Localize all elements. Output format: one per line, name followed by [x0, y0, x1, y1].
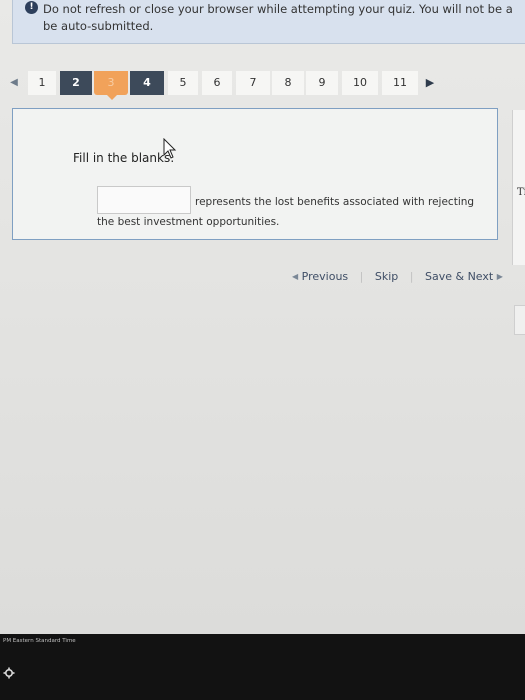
save-next-button[interactable]: Save & Next	[425, 270, 493, 283]
skip-button[interactable]: Skip	[375, 270, 398, 283]
page-8[interactable]: 8	[272, 71, 304, 95]
page-10[interactable]: 10	[342, 71, 378, 95]
gear-icon[interactable]	[3, 667, 15, 679]
side-panel-text: Ti	[517, 187, 525, 198]
browser-screen: ! Do not refresh or close your browser w…	[0, 0, 525, 640]
page-2[interactable]: 2	[60, 71, 92, 95]
question-prompt: Fill in the blanks:	[73, 151, 175, 165]
mouse-cursor-icon	[163, 138, 177, 159]
question-pagination: ◀ 1 2 3 4 5 6 7 8 9 10 11 ▶	[8, 71, 438, 100]
taskbar: PM Eastern Standard Time	[0, 634, 525, 700]
page-6[interactable]: 6	[202, 71, 232, 95]
nav-separator: |	[409, 269, 414, 283]
banner-text-line2: be auto-submitted.	[43, 19, 154, 33]
page-11[interactable]: 11	[382, 71, 418, 95]
sentence-part-2: the best investment opportunities.	[97, 216, 280, 228]
blank-answer-input[interactable]	[97, 186, 191, 214]
nav-separator: |	[359, 269, 364, 283]
next-page-arrow-icon[interactable]: ▶	[424, 71, 436, 95]
banner-text-line1: Do not refresh or close your browser whi…	[43, 2, 513, 16]
page-4[interactable]: 4	[130, 71, 164, 95]
info-icon: !	[25, 1, 38, 14]
page-5[interactable]: 5	[168, 71, 198, 95]
page-1[interactable]: 1	[28, 71, 56, 95]
next-chevron-icon: ▶	[496, 271, 503, 281]
sentence-part-1: represents the lost benefits associated …	[195, 196, 475, 208]
previous-button[interactable]: Previous	[302, 270, 349, 283]
side-panel-partial-lower	[514, 305, 525, 335]
timezone-label: PM Eastern Standard Time	[3, 638, 76, 644]
page-7[interactable]: 7	[236, 71, 270, 95]
page-3-current[interactable]: 3	[94, 71, 128, 100]
question-box: Fill in the blanks: represents the lost …	[12, 108, 498, 240]
prev-page-arrow-icon[interactable]: ◀	[8, 71, 20, 95]
previous-chevron-icon: ◀	[292, 271, 299, 281]
warning-banner: ! Do not refresh or close your browser w…	[12, 0, 525, 44]
page-9[interactable]: 9	[306, 71, 338, 95]
question-navigation: ◀ Previous | Skip | Save & Next ▶	[292, 269, 503, 285]
